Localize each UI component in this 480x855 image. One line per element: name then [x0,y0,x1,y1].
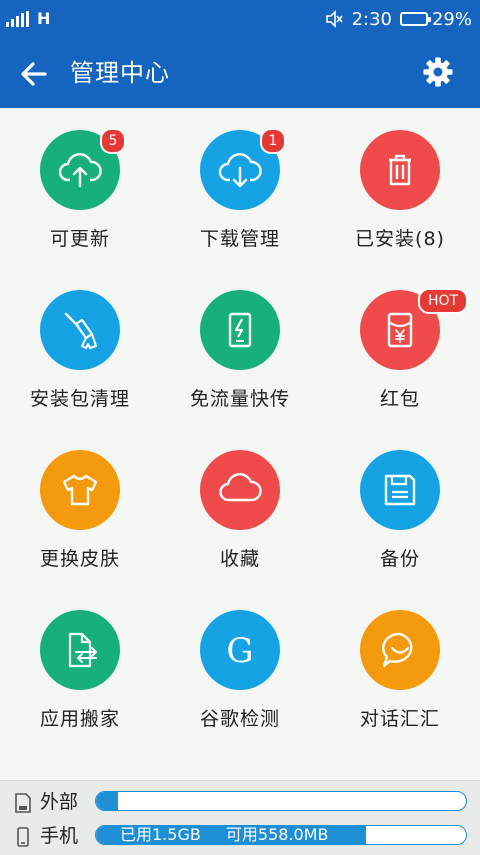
update-count-badge: 5 [100,128,126,154]
phone-bolt-icon [228,312,252,348]
tile-icon-bg [360,450,440,530]
status-bar: H 2:30 29% [0,0,480,38]
tile-icon-bg: G [200,610,280,690]
tile-label: 备份 [379,548,420,570]
tile-red-envelope[interactable]: HOT 红包 [320,268,480,428]
google-g-icon: G [226,631,253,671]
gear-icon[interactable] [422,56,454,88]
hot-badge: HOT [418,288,469,314]
mute-icon [325,10,343,28]
storage-used: 已用4.0GB [120,791,201,810]
storage-phone: 手机 已用1.5GB 可用558.0MB [0,819,480,853]
tile-change-skin[interactable]: 更换皮肤 [0,428,160,588]
storage-name: 手机 [40,825,79,847]
tile-label: 已安装(8) [355,228,445,250]
signal-bars-icon [6,11,29,27]
tile-label: 下载管理 [199,228,280,250]
tile-label: 安装包清理 [29,388,130,410]
tile-move-apps[interactable]: 应用搬家 [0,588,160,748]
feature-grid: 5 可更新 1 下载管理 已安装(8) 安装包清理 免流量快传 HOT 红包 更… [0,108,480,780]
move-app-icon [68,632,98,668]
tile-label: 谷歌检测 [199,708,280,730]
network-type: H [37,9,51,28]
trash-icon [389,154,411,186]
red-envelope-icon [387,312,413,348]
tile-icon-bg [200,290,280,370]
tile-backup[interactable]: 备份 [320,428,480,588]
tile-chat[interactable]: 对话汇汇 [320,588,480,748]
tile-icon-bg [40,290,120,370]
tile-google-check[interactable]: G 谷歌检测 [160,588,320,748]
battery-icon [399,12,431,26]
tile-label: 可更新 [49,228,110,250]
download-count-badge: 1 [260,128,286,154]
tile-package-cleanup[interactable]: 安装包清理 [0,268,160,428]
tile-label: 免流量快传 [189,388,290,410]
tile-downloads[interactable]: 1 下载管理 [160,108,320,268]
phone-icon [17,827,29,847]
tile-icon-bg [200,450,280,530]
svg-text:G: G [226,631,253,671]
battery-percent: 29% [431,8,472,30]
storage-bar: 已用4.0GB 可用10.8GB [95,791,467,811]
tile-label: 更换皮肤 [39,548,120,570]
tile-label: 应用搬家 [39,708,120,730]
cloud-icon [219,473,262,502]
cloud-download-icon [218,153,262,188]
page-title: 管理中心 [70,59,170,87]
broom-icon [64,312,97,349]
storage-name: 外部 [40,791,79,813]
tile-icon-bg [360,610,440,690]
storage-panel: 外部 已用4.0GB 可用10.8GB 手机 已用1.5GB 可用558.0MB [0,780,480,855]
tile-icon-bg [40,610,120,690]
storage-used: 已用1.5GB [120,825,201,844]
sd-card-icon [15,793,31,813]
tile-icon-bg [360,130,440,210]
storage-available: 可用558.0MB [225,825,329,844]
tile-label: 红包 [379,388,420,410]
floppy-disk-icon [384,474,416,506]
storage-external: 外部 已用4.0GB 可用10.8GB [0,785,480,819]
clock: 2:30 [351,8,392,30]
tile-installed[interactable]: 已安装(8) [320,108,480,268]
tile-label: 收藏 [219,548,260,570]
storage-bar-fill [96,792,119,810]
tile-icon-bg [40,450,120,530]
back-arrow-icon[interactable] [18,58,50,90]
app-header: 管理中心 [0,38,480,108]
tile-favorites[interactable]: 收藏 [160,428,320,588]
chat-bubble-icon [382,632,413,668]
tile-free-transfer[interactable]: 免流量快传 [160,268,320,428]
storage-bar: 已用1.5GB 可用558.0MB [95,825,467,845]
tile-label: 对话汇汇 [359,708,440,730]
tshirt-icon [62,474,98,506]
cloud-upload-icon [58,153,102,188]
storage-available: 可用10.8GB [225,791,317,810]
tile-updates[interactable]: 5 可更新 [0,108,160,268]
